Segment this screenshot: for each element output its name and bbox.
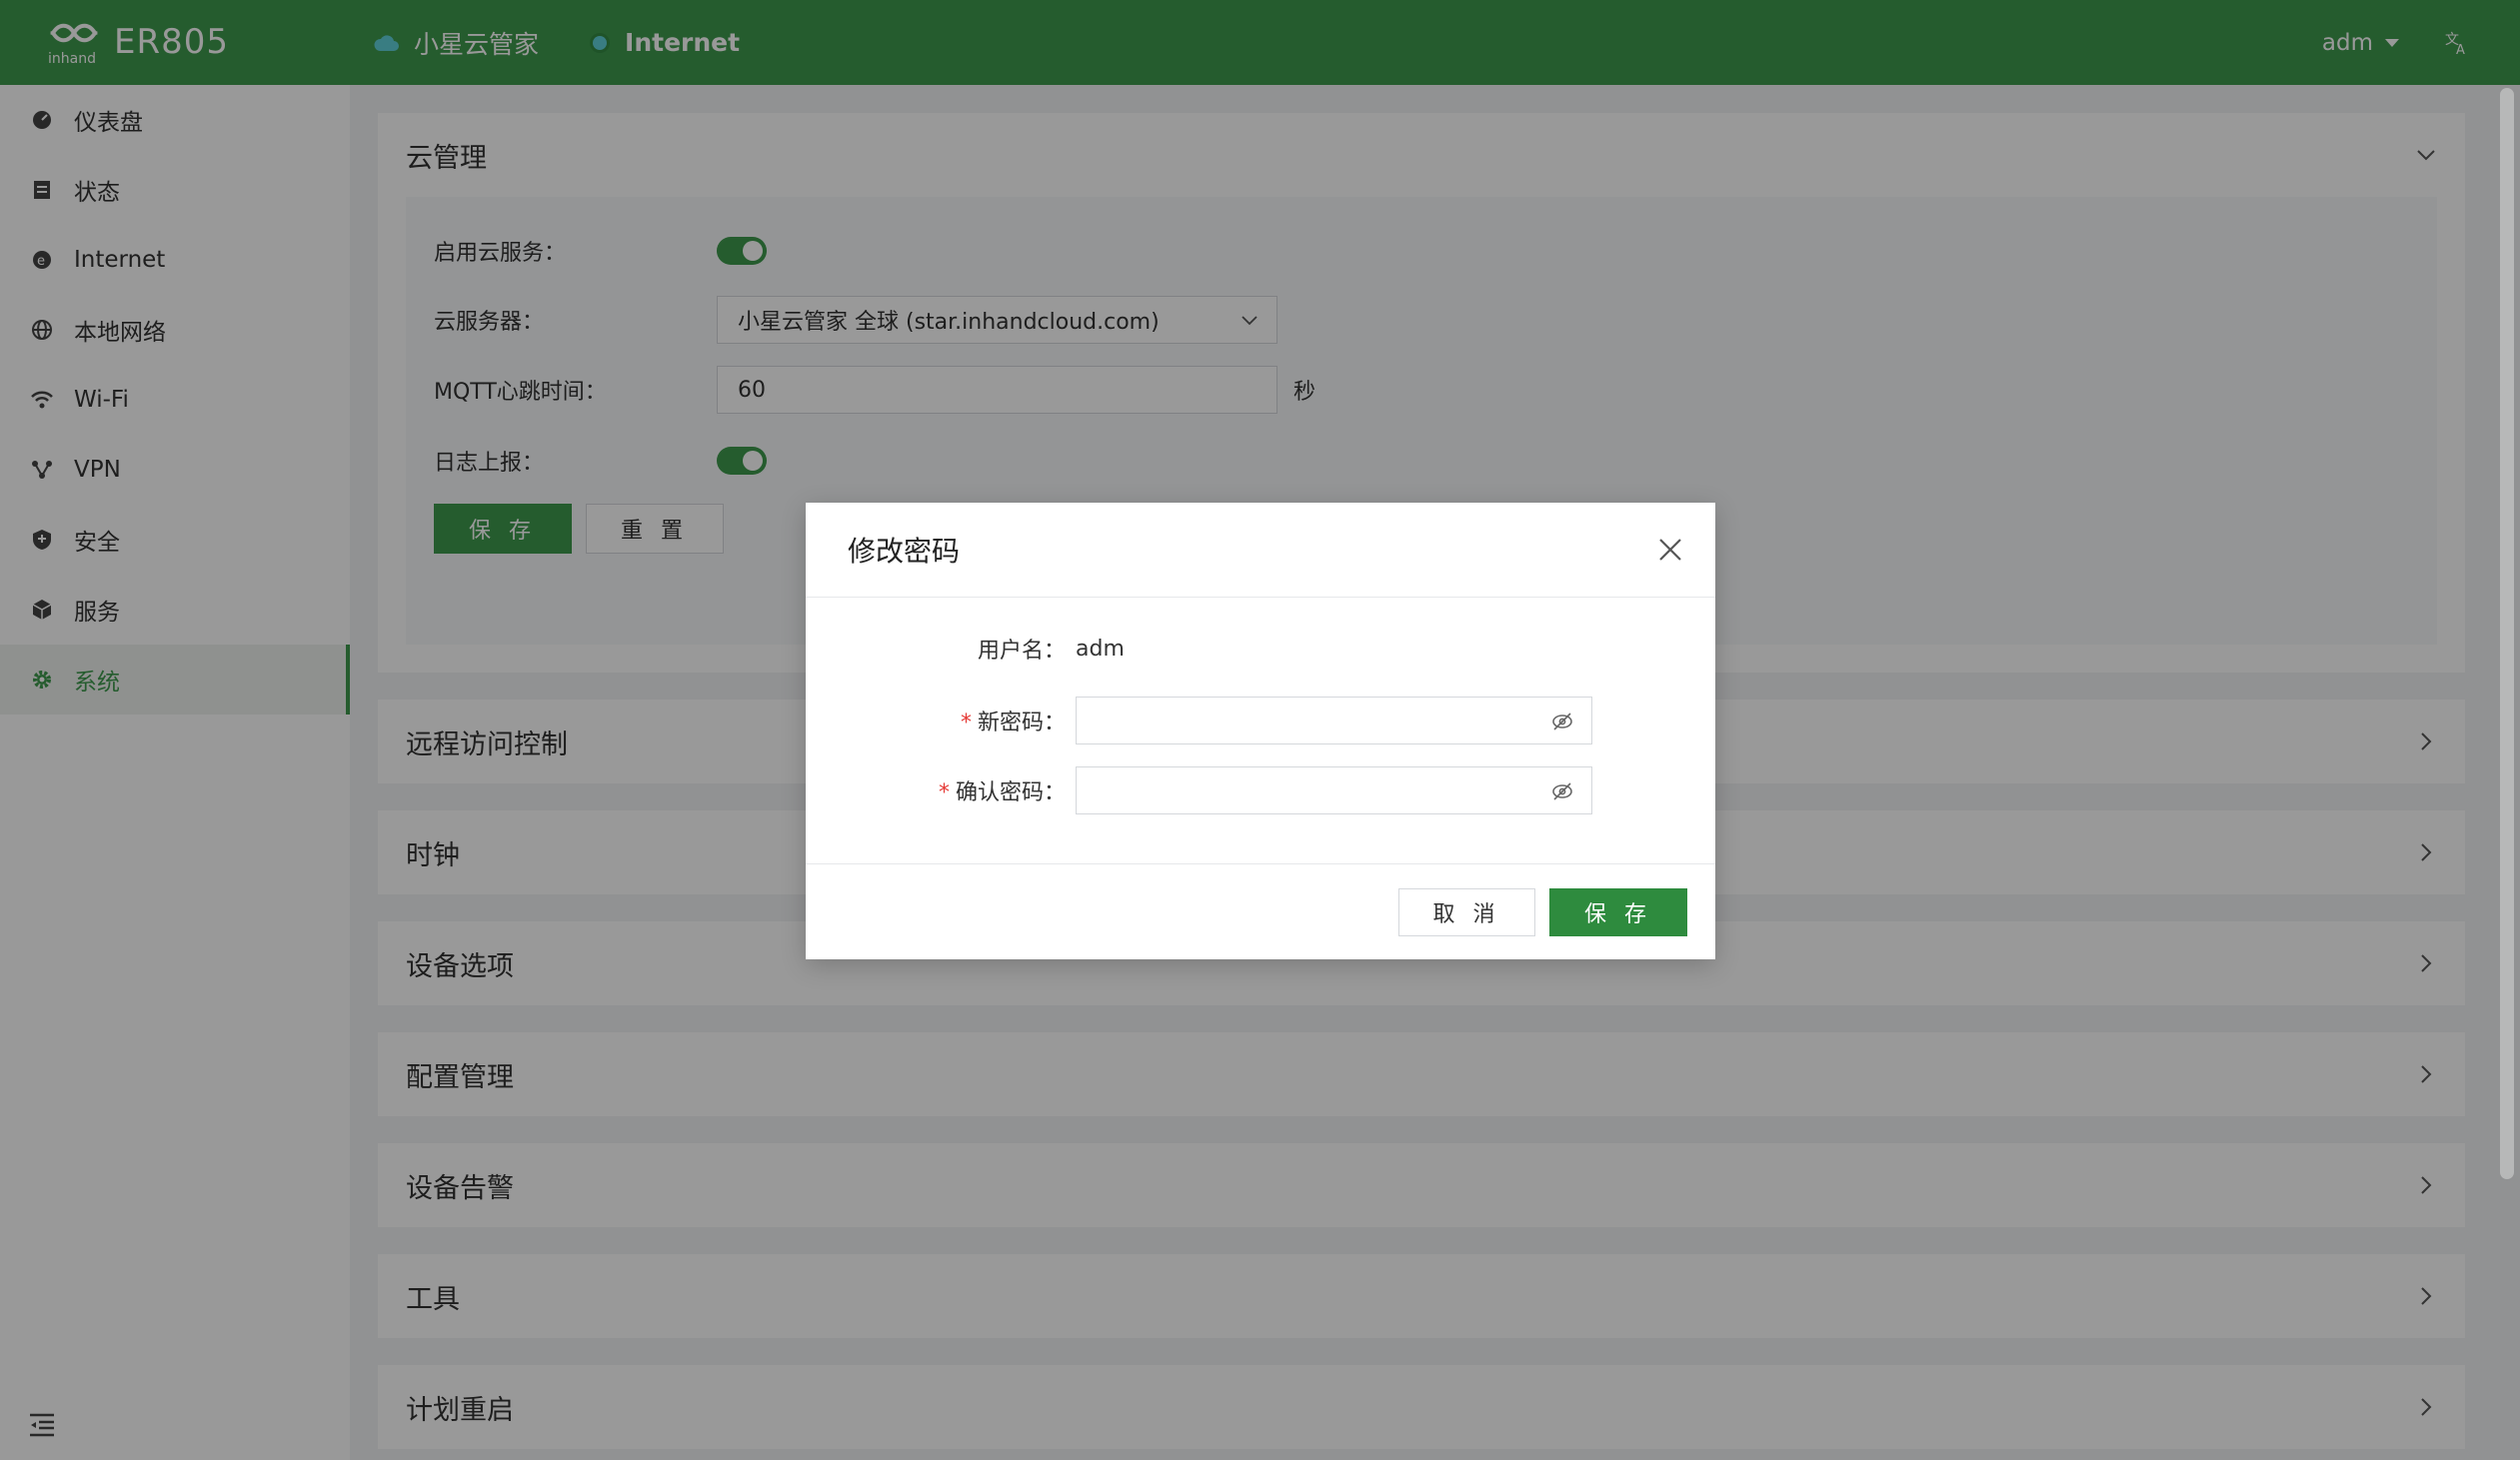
new-password-label-wrap: * 新密码： bbox=[806, 705, 1076, 736]
change-password-dialog: 修改密码 用户名： adm * 新密码： * 确认密码： 取 消 保 存 bbox=[806, 503, 1715, 959]
save-button[interactable]: 保 存 bbox=[1549, 888, 1687, 936]
dialog-footer: 取 消 保 存 bbox=[806, 863, 1715, 959]
eye-off-icon[interactable] bbox=[1551, 780, 1573, 802]
confirm-password-label: 确认密码： bbox=[955, 780, 1066, 805]
username-row: 用户名： adm bbox=[806, 633, 1125, 665]
close-icon[interactable] bbox=[1657, 537, 1683, 563]
cancel-button[interactable]: 取 消 bbox=[1398, 888, 1535, 936]
required-mark: * bbox=[938, 780, 950, 805]
required-mark: * bbox=[960, 711, 972, 735]
new-password-row: * 新密码： bbox=[806, 697, 1592, 744]
dialog-header: 修改密码 bbox=[806, 503, 1715, 598]
dialog-title: 修改密码 bbox=[848, 535, 961, 568]
new-password-label: 新密码： bbox=[977, 711, 1066, 735]
page-scrollbar[interactable] bbox=[2500, 88, 2514, 1179]
confirm-password-row: * 确认密码： bbox=[806, 766, 1592, 814]
username-value: adm bbox=[1076, 636, 1125, 662]
username-label: 用户名： bbox=[977, 639, 1066, 664]
eye-off-icon[interactable] bbox=[1551, 711, 1573, 732]
confirm-password-input[interactable] bbox=[1076, 766, 1592, 814]
confirm-password-label-wrap: * 确认密码： bbox=[806, 774, 1076, 806]
new-password-input[interactable] bbox=[1076, 697, 1592, 744]
